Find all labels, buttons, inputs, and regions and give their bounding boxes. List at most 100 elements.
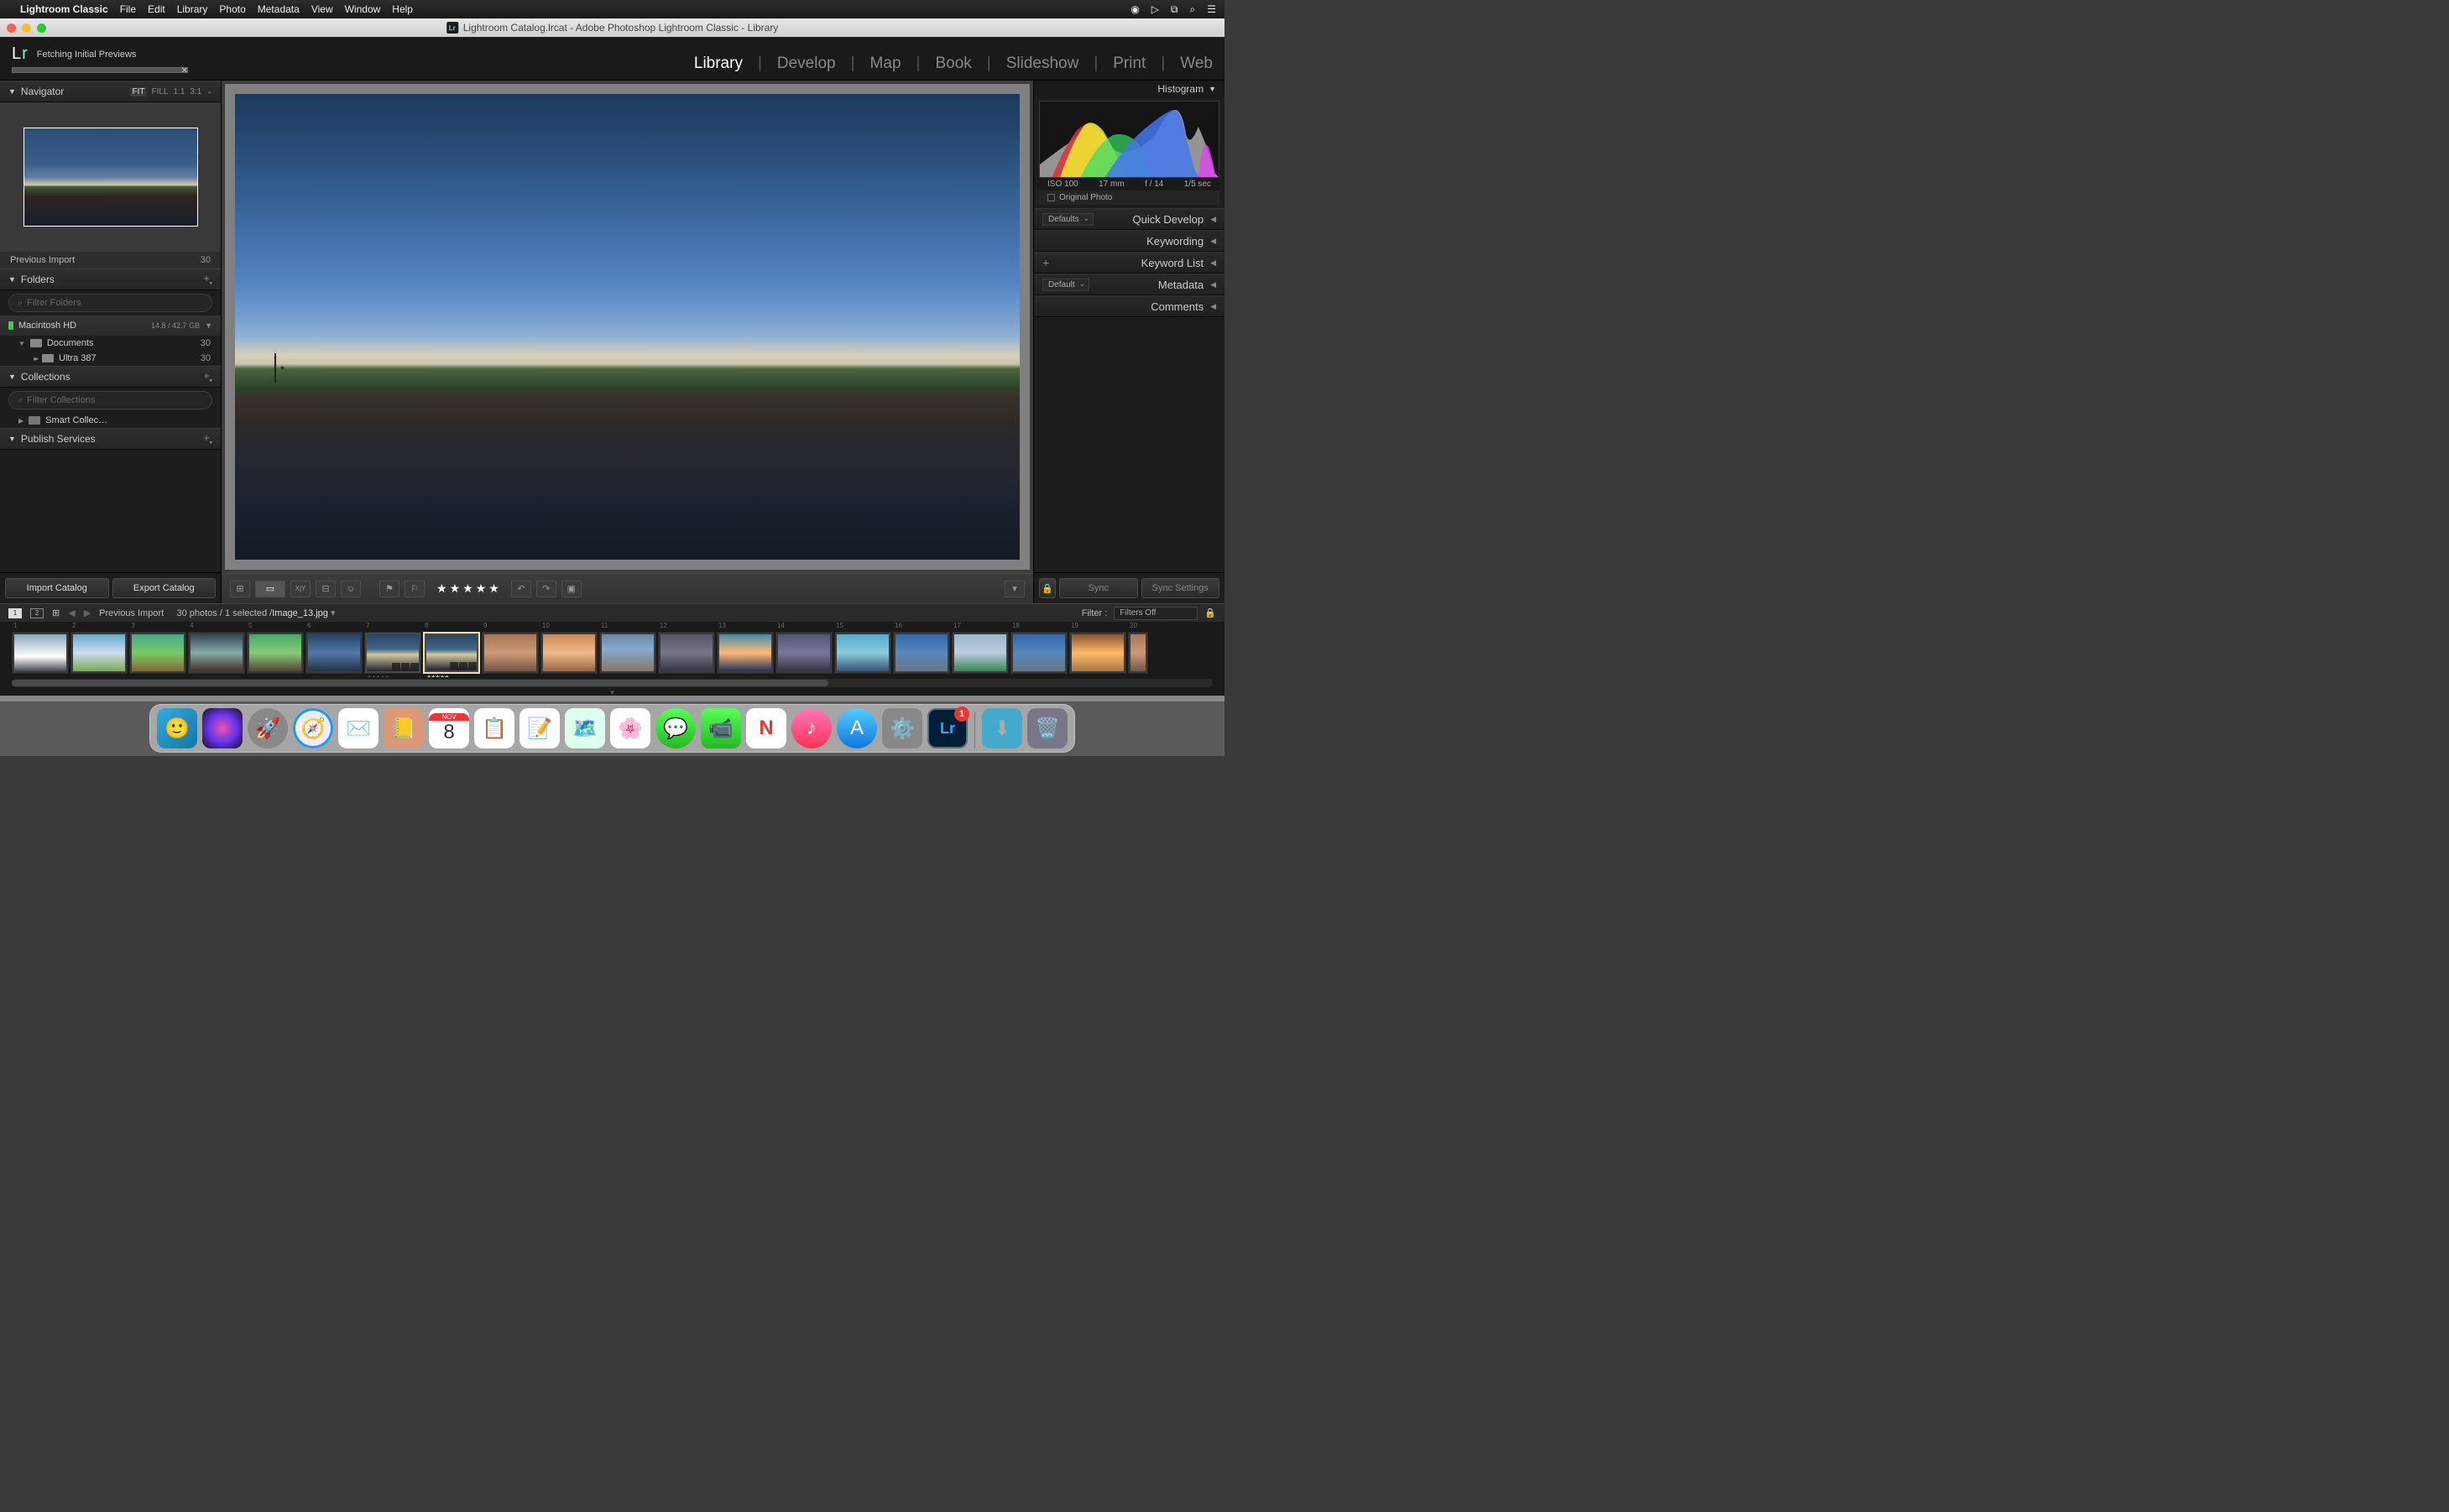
menu-view[interactable]: View: [311, 3, 333, 15]
loupe-view-button[interactable]: ▭: [255, 581, 285, 597]
dock-lightroom-icon[interactable]: Lr1: [927, 708, 968, 748]
collections-header[interactable]: ▼ Collections +▾: [0, 366, 221, 388]
nav-zoom-menu-icon[interactable]: ⌄: [206, 87, 212, 96]
keyword-add-button[interactable]: +: [1042, 256, 1049, 269]
filmstrip-thumb[interactable]: ★★★★★: [364, 632, 421, 674]
nav-zoom-1to1[interactable]: 1:1: [173, 87, 185, 96]
filmstrip-thumb[interactable]: [1069, 632, 1126, 674]
app-menu[interactable]: Lightroom Classic: [20, 3, 108, 15]
filmstrip-thumb[interactable]: [599, 632, 656, 674]
keyword-list-header[interactable]: + Keyword List ◀: [1034, 252, 1224, 274]
menu-help[interactable]: Help: [392, 3, 413, 15]
filmstrip-thumb[interactable]: [775, 632, 833, 674]
quick-develop-header[interactable]: Defaults Quick Develop ◀: [1034, 208, 1224, 230]
filmstrip-thumbs[interactable]: ★★★★★ ★★★★★: [0, 630, 1224, 677]
comments-header[interactable]: Comments ◀: [1034, 295, 1224, 317]
quick-develop-preset-select[interactable]: Defaults: [1042, 213, 1094, 226]
collections-filter-input[interactable]: ⌕ Filter Collections: [8, 391, 212, 409]
navigator-preview[interactable]: [0, 102, 221, 252]
metadata-header[interactable]: Default Metadata ◀: [1034, 274, 1224, 295]
module-web[interactable]: Web: [1180, 55, 1213, 73]
toolbar-menu-button[interactable]: ▾: [1005, 581, 1025, 597]
filmstrip-thumb-selected[interactable]: ★★★★★: [423, 632, 480, 674]
grid-toggle-icon[interactable]: ⊞: [52, 607, 60, 618]
smart-collections-row[interactable]: ▶ Smart Collec…: [0, 413, 221, 428]
module-print[interactable]: Print: [1113, 55, 1146, 73]
filmstrip-thumb[interactable]: [834, 632, 891, 674]
dock-photos-icon[interactable]: 🌸: [610, 708, 650, 748]
filmstrip-thumb[interactable]: [188, 632, 245, 674]
nav-zoom-custom[interactable]: 3:1: [190, 87, 201, 96]
survey-view-button[interactable]: ⊟: [316, 581, 336, 597]
window-zoom-button[interactable]: [37, 23, 46, 33]
star-icon[interactable]: ★: [462, 581, 473, 596]
people-view-button[interactable]: ☺: [341, 581, 361, 597]
dock-safari-icon[interactable]: 🧭: [293, 708, 333, 748]
cancel-activity-button[interactable]: ✕: [181, 66, 188, 76]
nav-back-button[interactable]: ◀: [68, 607, 75, 618]
window-minimize-button[interactable]: [22, 23, 31, 33]
collections-add-button[interactable]: +▾: [203, 370, 212, 383]
menubar-displays-icon[interactable]: ⧉: [1171, 3, 1178, 16]
dock-preferences-icon[interactable]: ⚙️: [882, 708, 922, 748]
rotate-ccw-button[interactable]: ↶: [511, 581, 531, 597]
dock-messages-icon[interactable]: 💬: [655, 708, 696, 748]
folders-filter-input[interactable]: ⌕ Filter Folders: [8, 294, 212, 312]
menu-file[interactable]: File: [120, 3, 136, 15]
filmstrip-thumb[interactable]: [658, 632, 715, 674]
filmstrip-thumb[interactable]: [247, 632, 304, 674]
star-icon[interactable]: ★: [476, 581, 487, 596]
filmstrip-thumb[interactable]: [129, 632, 186, 674]
dock-reminders-icon[interactable]: 📋: [474, 708, 514, 748]
rating-stars[interactable]: ★ ★ ★ ★ ★: [436, 581, 499, 596]
sync-button[interactable]: Sync: [1059, 578, 1138, 598]
slideshow-button[interactable]: ▣: [561, 581, 582, 597]
histogram-chart[interactable]: [1039, 101, 1219, 178]
dock-siri-icon[interactable]: [202, 708, 243, 748]
dock-music-icon[interactable]: ♪: [791, 708, 832, 748]
filmstrip-thumb[interactable]: [893, 632, 950, 674]
flag-reject-button[interactable]: ⚐: [405, 581, 425, 597]
star-icon[interactable]: ★: [436, 581, 447, 596]
filmstrip-thumb[interactable]: [540, 632, 598, 674]
filmstrip-thumb[interactable]: [70, 632, 128, 674]
loupe-view[interactable]: [225, 84, 1030, 570]
filter-preset-select[interactable]: Filters Off: [1114, 607, 1198, 620]
dock-maps-icon[interactable]: 🗺️: [565, 708, 605, 748]
source-menu-icon[interactable]: ▾: [331, 608, 336, 618]
original-photo-checkbox[interactable]: Original Photo: [1039, 190, 1219, 205]
dock-contacts-icon[interactable]: 📒: [384, 708, 424, 748]
nav-forward-button[interactable]: ▶: [84, 607, 91, 618]
menu-window[interactable]: Window: [345, 3, 381, 15]
dock-appstore-icon[interactable]: A: [837, 708, 877, 748]
metadata-preset-select[interactable]: Default: [1042, 279, 1089, 291]
catalog-previous-import[interactable]: Previous Import 30: [0, 252, 221, 269]
dock-facetime-icon[interactable]: 📹: [701, 708, 741, 748]
filmstrip-toggle-handle[interactable]: ▼: [0, 689, 1224, 696]
dock-trash-icon[interactable]: 🗑️: [1027, 708, 1068, 748]
folders-header[interactable]: ▼ Folders +▾: [0, 269, 221, 290]
star-icon[interactable]: ★: [450, 581, 461, 596]
menubar-notification-icon[interactable]: ◉: [1131, 3, 1139, 15]
volume-menu-icon[interactable]: ▼: [205, 321, 212, 330]
module-book[interactable]: Book: [935, 55, 971, 73]
dock-downloads-icon[interactable]: ⬇: [982, 708, 1022, 748]
module-library[interactable]: Library: [694, 55, 743, 73]
rotate-cw-button[interactable]: ↷: [536, 581, 556, 597]
folder-documents[interactable]: ▼ Documents 30: [0, 336, 221, 351]
folders-add-button[interactable]: +▾: [203, 273, 212, 286]
nav-zoom-fit[interactable]: FIT: [130, 87, 146, 96]
dock-launchpad-icon[interactable]: 🚀: [248, 708, 288, 748]
filmstrip-thumb[interactable]: [717, 632, 774, 674]
second-monitor-button[interactable]: 2: [30, 608, 44, 618]
module-develop[interactable]: Develop: [777, 55, 836, 73]
sync-lock-button[interactable]: 🔒: [1039, 578, 1056, 598]
filmstrip-thumb[interactable]: [1128, 632, 1148, 674]
menu-photo[interactable]: Photo: [219, 3, 245, 15]
menubar-control-center-icon[interactable]: ☰: [1207, 3, 1216, 15]
export-catalog-button[interactable]: Export Catalog: [112, 578, 217, 598]
folder-ultra387[interactable]: ▸▸ Ultra 387 30: [0, 351, 221, 366]
navigator-header[interactable]: ▼ Navigator FIT FILL 1:1 3:1 ⌄: [0, 81, 221, 102]
module-slideshow[interactable]: Slideshow: [1006, 55, 1079, 73]
filmstrip-thumb[interactable]: [482, 632, 539, 674]
